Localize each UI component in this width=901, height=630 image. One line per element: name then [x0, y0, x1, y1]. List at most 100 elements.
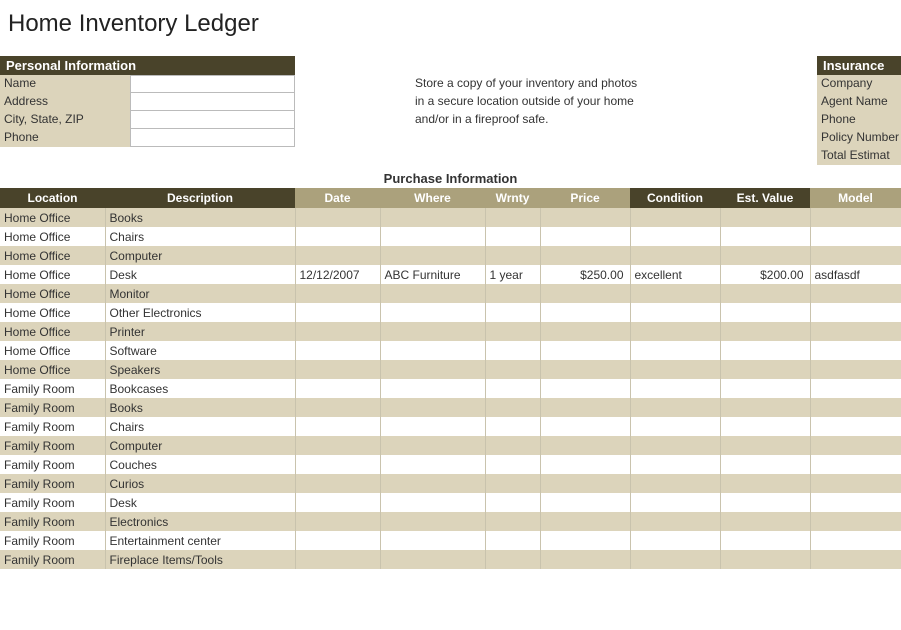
- cell-date[interactable]: [295, 474, 380, 493]
- cell-date[interactable]: [295, 436, 380, 455]
- cell-location[interactable]: Home Office: [0, 341, 105, 360]
- cell-est_value[interactable]: [720, 303, 810, 322]
- cell-condition[interactable]: [630, 493, 720, 512]
- cell-condition[interactable]: [630, 417, 720, 436]
- cell-description[interactable]: Monitor: [105, 284, 295, 303]
- cell-model[interactable]: [810, 341, 901, 360]
- cell-wrnty[interactable]: [485, 398, 540, 417]
- cell-date[interactable]: [295, 208, 380, 227]
- cell-location[interactable]: Family Room: [0, 436, 105, 455]
- cell-price[interactable]: [540, 417, 630, 436]
- cell-model[interactable]: [810, 379, 901, 398]
- cell-where[interactable]: [380, 436, 485, 455]
- cell-est_value[interactable]: [720, 379, 810, 398]
- cell-price[interactable]: [540, 322, 630, 341]
- cell-where[interactable]: [380, 493, 485, 512]
- cell-location[interactable]: Family Room: [0, 455, 105, 474]
- cell-wrnty[interactable]: [485, 360, 540, 379]
- cell-price[interactable]: [540, 550, 630, 569]
- cell-est_value[interactable]: [720, 436, 810, 455]
- cell-where[interactable]: [380, 322, 485, 341]
- cell-condition[interactable]: [630, 550, 720, 569]
- cell-wrnty[interactable]: [485, 208, 540, 227]
- cell-price[interactable]: [540, 398, 630, 417]
- cell-location[interactable]: Family Room: [0, 550, 105, 569]
- cell-est_value[interactable]: [720, 322, 810, 341]
- cell-description[interactable]: Printer: [105, 322, 295, 341]
- cell-wrnty[interactable]: [485, 493, 540, 512]
- cell-description[interactable]: Books: [105, 398, 295, 417]
- cell-location[interactable]: Family Room: [0, 398, 105, 417]
- cell-est_value[interactable]: [720, 550, 810, 569]
- personal-field-input[interactable]: [130, 129, 295, 147]
- cell-est_value[interactable]: [720, 474, 810, 493]
- cell-price[interactable]: [540, 455, 630, 474]
- cell-description[interactable]: Books: [105, 208, 295, 227]
- cell-price[interactable]: [540, 436, 630, 455]
- cell-where[interactable]: [380, 360, 485, 379]
- cell-model[interactable]: asdfasdf: [810, 265, 901, 284]
- cell-price[interactable]: [540, 341, 630, 360]
- cell-condition[interactable]: [630, 360, 720, 379]
- cell-description[interactable]: Speakers: [105, 360, 295, 379]
- cell-est_value[interactable]: [720, 284, 810, 303]
- cell-condition[interactable]: [630, 512, 720, 531]
- cell-condition[interactable]: [630, 246, 720, 265]
- cell-model[interactable]: [810, 550, 901, 569]
- cell-wrnty[interactable]: [485, 455, 540, 474]
- cell-location[interactable]: Family Room: [0, 512, 105, 531]
- cell-location[interactable]: Home Office: [0, 360, 105, 379]
- cell-wrnty[interactable]: [485, 436, 540, 455]
- cell-model[interactable]: [810, 322, 901, 341]
- cell-location[interactable]: Family Room: [0, 379, 105, 398]
- cell-price[interactable]: [540, 493, 630, 512]
- cell-condition[interactable]: [630, 474, 720, 493]
- cell-where[interactable]: [380, 455, 485, 474]
- cell-location[interactable]: Home Office: [0, 246, 105, 265]
- cell-est_value[interactable]: [720, 417, 810, 436]
- cell-where[interactable]: [380, 379, 485, 398]
- cell-wrnty[interactable]: 1 year: [485, 265, 540, 284]
- personal-field-input[interactable]: [130, 111, 295, 129]
- cell-model[interactable]: [810, 398, 901, 417]
- cell-location[interactable]: Home Office: [0, 303, 105, 322]
- cell-model[interactable]: [810, 455, 901, 474]
- cell-wrnty[interactable]: [485, 341, 540, 360]
- cell-condition[interactable]: [630, 208, 720, 227]
- cell-where[interactable]: [380, 227, 485, 246]
- cell-model[interactable]: [810, 493, 901, 512]
- cell-wrnty[interactable]: [485, 303, 540, 322]
- cell-description[interactable]: Couches: [105, 455, 295, 474]
- cell-price[interactable]: [540, 227, 630, 246]
- personal-field-input[interactable]: [130, 93, 295, 111]
- cell-description[interactable]: Chairs: [105, 227, 295, 246]
- cell-wrnty[interactable]: [485, 227, 540, 246]
- cell-price[interactable]: [540, 284, 630, 303]
- cell-date[interactable]: [295, 341, 380, 360]
- personal-field-input[interactable]: [130, 75, 295, 93]
- cell-price[interactable]: [540, 208, 630, 227]
- cell-description[interactable]: Desk: [105, 265, 295, 284]
- cell-date[interactable]: [295, 550, 380, 569]
- cell-est_value[interactable]: [720, 360, 810, 379]
- cell-est_value[interactable]: [720, 493, 810, 512]
- cell-location[interactable]: Home Office: [0, 284, 105, 303]
- cell-location[interactable]: Family Room: [0, 474, 105, 493]
- cell-condition[interactable]: [630, 227, 720, 246]
- cell-date[interactable]: [295, 493, 380, 512]
- cell-date[interactable]: [295, 284, 380, 303]
- cell-where[interactable]: ABC Furniture: [380, 265, 485, 284]
- cell-date[interactable]: [295, 322, 380, 341]
- cell-description[interactable]: Entertainment center: [105, 531, 295, 550]
- cell-condition[interactable]: [630, 379, 720, 398]
- cell-where[interactable]: [380, 246, 485, 265]
- cell-model[interactable]: [810, 531, 901, 550]
- cell-est_value[interactable]: [720, 398, 810, 417]
- cell-date[interactable]: 12/12/2007: [295, 265, 380, 284]
- cell-model[interactable]: [810, 246, 901, 265]
- cell-location[interactable]: Home Office: [0, 322, 105, 341]
- cell-condition[interactable]: [630, 341, 720, 360]
- cell-price[interactable]: [540, 303, 630, 322]
- cell-model[interactable]: [810, 284, 901, 303]
- cell-model[interactable]: [810, 417, 901, 436]
